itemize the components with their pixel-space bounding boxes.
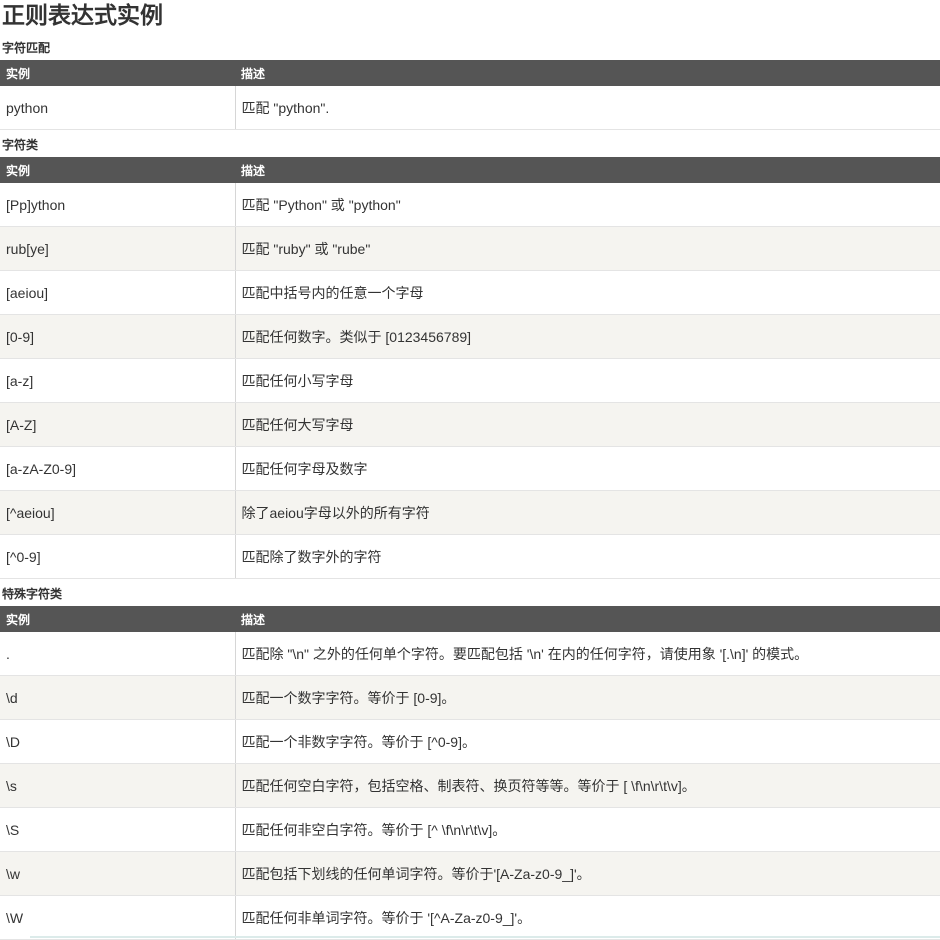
description-cell: 匹配任何数字。类似于 [0123456789]	[234, 314, 940, 359]
example-cell: python	[0, 86, 235, 130]
table-row: \D 匹配一个非数字字符。等价于 [^0-9]。	[0, 719, 940, 764]
description-cell: 匹配任何大写字母	[234, 402, 940, 447]
column-header-description: 描述	[235, 606, 940, 632]
table-row: . 匹配除 "\n" 之外的任何单个字符。要匹配包括 '\n' 在内的任何字符，…	[0, 632, 940, 676]
description-cell: 匹配 "ruby" 或 "rube"	[234, 226, 940, 271]
description-cell: 匹配中括号内的任意一个字母	[234, 270, 940, 315]
example-cell: [A-Z]	[0, 402, 235, 447]
bottom-divider	[30, 936, 940, 938]
example-cell: \d	[0, 675, 235, 720]
table-row: \W 匹配任何非单词字符。等价于 '[^A-Za-z0-9_]'。	[0, 895, 940, 940]
table-row: [aeiou] 匹配中括号内的任意一个字母	[0, 270, 940, 315]
column-header-example: 实例	[0, 60, 235, 86]
example-cell: \S	[0, 807, 235, 852]
example-cell: rub[ye]	[0, 226, 235, 271]
description-cell: 除了aeiou字母以外的所有字符	[234, 490, 940, 535]
description-cell: 匹配 "Python" 或 "python"	[234, 183, 940, 227]
description-cell: 匹配一个非数字字符。等价于 [^0-9]。	[234, 719, 940, 764]
column-header-description: 描述	[235, 157, 940, 183]
section-special-character-classes: 特殊字符类 实例 描述 . 匹配除 "\n" 之外的任何单个字符。要匹配包括 '…	[0, 582, 940, 940]
description-cell: 匹配除了数字外的字符	[234, 534, 940, 579]
table-header-row: 实例 描述	[0, 606, 940, 632]
table-row: [0-9] 匹配任何数字。类似于 [0123456789]	[0, 314, 940, 359]
description-cell: 匹配任何空白字符，包括空格、制表符、换页符等等。等价于 [ \f\n\r\t\v…	[234, 763, 940, 808]
table-row: [^0-9] 匹配除了数字外的字符	[0, 534, 940, 579]
table-row: \d 匹配一个数字字符。等价于 [0-9]。	[0, 675, 940, 720]
example-cell: \w	[0, 851, 235, 896]
example-cell: [0-9]	[0, 314, 235, 359]
section-title: 字符匹配	[2, 41, 51, 55]
table-row: \s 匹配任何空白字符，包括空格、制表符、换页符等等。等价于 [ \f\n\r\…	[0, 763, 940, 808]
example-cell: \s	[0, 763, 235, 808]
example-cell: [^aeiou]	[0, 490, 235, 535]
column-header-example: 实例	[0, 157, 235, 183]
table-row: \w 匹配包括下划线的任何单词字符。等价于'[A-Za-z0-9_]'。	[0, 851, 940, 896]
table-row: [a-z] 匹配任何小写字母	[0, 358, 940, 403]
section-title: 特殊字符类	[2, 587, 63, 601]
column-header-example: 实例	[0, 606, 235, 632]
table-row: [a-zA-Z0-9] 匹配任何字母及数字	[0, 446, 940, 491]
example-cell: .	[0, 632, 235, 676]
section-character-matching: 字符匹配 实例 描述 python 匹配 "python".	[0, 36, 940, 130]
description-cell: 匹配任何小写字母	[234, 358, 940, 403]
section-character-classes: 字符类 实例 描述 [Pp]ython 匹配 "Python" 或 "pytho…	[0, 133, 940, 579]
regex-table: 实例 描述 python 匹配 "python".	[0, 60, 940, 130]
section-title: 字符类	[2, 138, 39, 152]
table-row: [Pp]ython 匹配 "Python" 或 "python"	[0, 183, 940, 227]
example-cell: [aeiou]	[0, 270, 235, 315]
table-header-row: 实例 描述	[0, 60, 940, 86]
example-cell: [^0-9]	[0, 534, 235, 579]
example-cell: [a-zA-Z0-9]	[0, 446, 235, 491]
description-cell: 匹配一个数字字符。等价于 [0-9]。	[234, 675, 940, 720]
table-row: [^aeiou] 除了aeiou字母以外的所有字符	[0, 490, 940, 535]
table-row: python 匹配 "python".	[0, 86, 940, 130]
description-cell: 匹配任何字母及数字	[234, 446, 940, 491]
description-cell: 匹配任何非空白字符。等价于 [^ \f\n\r\t\v]。	[234, 807, 940, 852]
description-cell: 匹配 "python".	[234, 86, 940, 130]
example-cell: \W	[0, 895, 235, 940]
regex-table: 实例 描述 . 匹配除 "\n" 之外的任何单个字符。要匹配包括 '\n' 在内…	[0, 606, 940, 940]
table-header-row: 实例 描述	[0, 157, 940, 183]
example-cell: [a-z]	[0, 358, 235, 403]
page-title: 正则表达式实例	[2, 3, 163, 29]
description-cell: 匹配除 "\n" 之外的任何单个字符。要匹配包括 '\n' 在内的任何字符，请使…	[234, 632, 940, 676]
description-cell: 匹配包括下划线的任何单词字符。等价于'[A-Za-z0-9_]'。	[234, 851, 940, 896]
description-cell: 匹配任何非单词字符。等价于 '[^A-Za-z0-9_]'。	[234, 895, 940, 940]
column-header-description: 描述	[235, 60, 940, 86]
table-row: [A-Z] 匹配任何大写字母	[0, 402, 940, 447]
example-cell: [Pp]ython	[0, 183, 235, 227]
table-row: rub[ye] 匹配 "ruby" 或 "rube"	[0, 226, 940, 271]
regex-table: 实例 描述 [Pp]ython 匹配 "Python" 或 "python" r…	[0, 157, 940, 579]
example-cell: \D	[0, 719, 235, 764]
table-row: \S 匹配任何非空白字符。等价于 [^ \f\n\r\t\v]。	[0, 807, 940, 852]
